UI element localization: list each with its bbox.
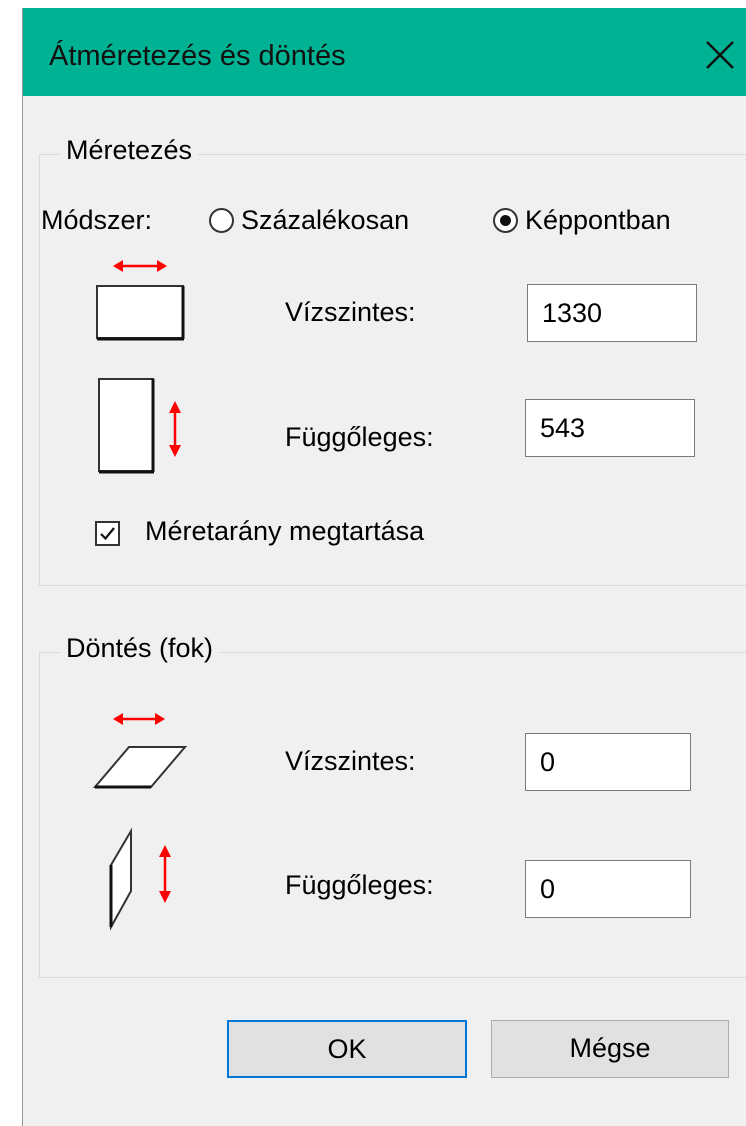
resize-group-label: Méretezés — [60, 135, 199, 166]
keep-ratio-box[interactable] — [95, 521, 120, 546]
keep-ratio-checkbox[interactable]: Méretarány megtartása — [95, 516, 515, 552]
resize-vertical-input[interactable]: 543 — [525, 399, 695, 457]
resize-horizontal-input[interactable]: 1330 — [527, 284, 697, 342]
close-button[interactable] — [693, 28, 746, 82]
cancel-button[interactable]: Mégse — [491, 1020, 729, 1078]
method-label: Módszer: — [41, 205, 153, 235]
skew-horizontal-icon — [92, 713, 188, 789]
check-mark-icon — [100, 527, 115, 541]
radio-percentage[interactable]: Százalékosan — [209, 205, 459, 239]
keep-ratio-label: Méretarány megtartása — [145, 516, 425, 546]
skew-horizontal-input[interactable]: 0 — [525, 733, 691, 791]
window-title: Átméretezés és döntés — [49, 40, 346, 72]
title-bar: Átméretezés és döntés — [23, 8, 746, 96]
resize-horizontal-icon — [96, 260, 185, 341]
radio-pixels-circle[interactable] — [493, 208, 518, 233]
skew-horizontal-label: Vízszintes: — [285, 746, 416, 776]
radio-percentage-label: Százalékosan — [241, 205, 410, 235]
radio-pixels[interactable]: Képpontban — [493, 205, 723, 239]
resize-horizontal-label: Vízszintes: — [285, 297, 416, 327]
close-icon — [706, 41, 734, 69]
radio-selected-dot — [500, 215, 511, 226]
skew-vertical-icon — [109, 827, 171, 931]
resize-vertical-label: Függőleges: — [285, 422, 434, 452]
ok-button[interactable]: OK — [227, 1020, 467, 1078]
skew-group-label: Döntés (fok) — [60, 633, 220, 664]
resize-vertical-icon — [98, 378, 181, 474]
skew-vertical-label: Függőleges: — [285, 870, 434, 900]
radio-percentage-circle[interactable] — [209, 208, 234, 233]
radio-pixels-label: Képpontban — [525, 205, 671, 235]
skew-vertical-input[interactable]: 0 — [525, 860, 691, 918]
resize-skew-dialog: Átméretezés és döntés Méretezés Módszer:… — [22, 8, 746, 1126]
